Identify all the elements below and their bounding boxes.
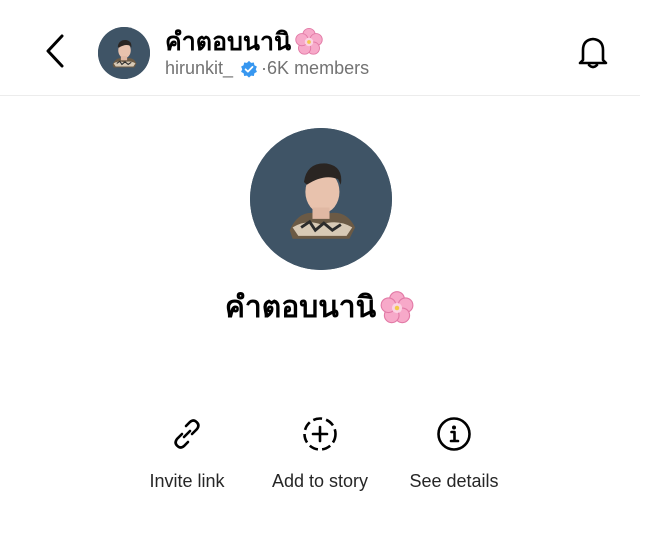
chat-header: คำตอบนานิ hirunkit_ · 6K members	[0, 0, 640, 96]
avatar-image	[250, 128, 392, 270]
notifications-button[interactable]	[574, 32, 612, 72]
cherry-blossom-icon	[379, 290, 415, 326]
back-button[interactable]	[38, 30, 72, 72]
members-count: 6K members	[267, 58, 370, 78]
invite-link-button[interactable]: Invite link	[142, 414, 232, 492]
avatar-image	[98, 27, 150, 79]
add-story-icon	[303, 417, 337, 451]
profile-name: คำตอบนานิ	[0, 284, 640, 331]
add-to-story-label: Add to story	[271, 471, 369, 491]
profile-avatar[interactable]	[250, 128, 392, 270]
link-icon	[174, 419, 200, 449]
owner-username[interactable]: hirunkit_	[165, 58, 233, 79]
header-title[interactable]: คำตอบนานิ	[165, 22, 324, 62]
info-icon	[437, 417, 471, 451]
header-title-text: คำตอบนานิ	[165, 28, 292, 56]
verified-badge-icon	[241, 60, 257, 78]
profile-name-text: คำตอบนานิ	[224, 291, 377, 324]
see-details-label: See details	[409, 471, 499, 491]
add-to-story-button[interactable]: Add to story	[262, 414, 378, 492]
see-details-button[interactable]: See details	[400, 414, 508, 492]
cherry-blossom-icon	[294, 27, 324, 57]
header-subtitle: hirunkit_ · 6K members	[165, 58, 369, 79]
invite-link-label: Invite link	[149, 471, 225, 491]
bell-icon	[578, 37, 608, 69]
header-avatar[interactable]	[98, 27, 150, 79]
chevron-left-icon	[46, 34, 64, 68]
